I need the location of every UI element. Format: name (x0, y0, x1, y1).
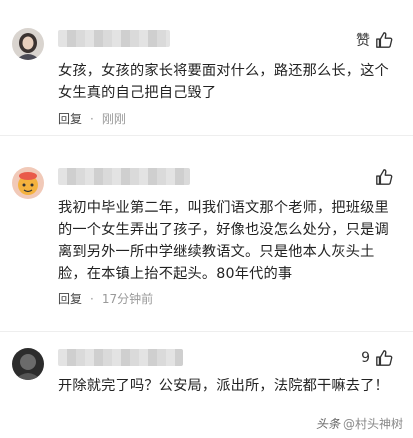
comment-time: 刚刚 (101, 112, 126, 126)
comment-meta: 回复 · 刚刚 (58, 110, 126, 127)
thumbs-up-icon (376, 169, 393, 185)
like-button[interactable]: 赞 (356, 30, 393, 50)
comment-text: 女孩，女孩的家长将要面对什么，路还那么长，这个女生真的自己把自己毁了 (58, 63, 389, 101)
meta-separator: · (90, 291, 94, 306)
meta-separator: · (90, 111, 94, 126)
watermark-handle: @村头神树 (342, 417, 403, 431)
comment-item: 我初中毕业第二年，叫我们语文那个老师，把班级里的一个女生弄出了孩子，好像也没怎么… (0, 136, 413, 332)
like-label: 赞 (356, 33, 370, 49)
comment-item: 赞 女孩，女孩的家长将要面对什么，路还那么长，这个女生真的自己把自己毁了 回复 … (0, 0, 413, 136)
user-avatar-icon (12, 28, 44, 60)
user-avatar[interactable] (12, 28, 44, 60)
watermark: 头条 @村头神树 (316, 415, 403, 432)
like-count: 9 (361, 350, 370, 366)
user-avatar[interactable] (12, 167, 44, 199)
comment-text: 我初中毕业第二年，叫我们语文那个老师，把班级里的一个女生弄出了孩子，好像也没怎么… (58, 200, 389, 282)
reply-button[interactable]: 回复 (58, 110, 82, 127)
watermark-platform: 头条 (315, 417, 340, 431)
thumbs-up-icon (376, 350, 393, 366)
username-blurred[interactable] (58, 30, 170, 47)
comment-meta: 回复 · 17分钟前 (58, 290, 153, 307)
user-avatar-icon (12, 348, 44, 380)
like-button[interactable] (370, 168, 393, 186)
user-avatar-icon (12, 167, 44, 199)
like-button[interactable]: 9 (361, 349, 393, 367)
user-avatar[interactable] (12, 348, 44, 380)
username-blurred[interactable] (58, 168, 190, 185)
username-blurred[interactable] (58, 349, 183, 366)
thumbs-up-icon (376, 32, 393, 48)
comment-text: 开除就完了吗？公安局，派出所，法院都干嘛去了！ (58, 378, 389, 394)
comment-time: 17分钟前 (101, 292, 154, 306)
reply-button[interactable]: 回复 (58, 290, 82, 307)
